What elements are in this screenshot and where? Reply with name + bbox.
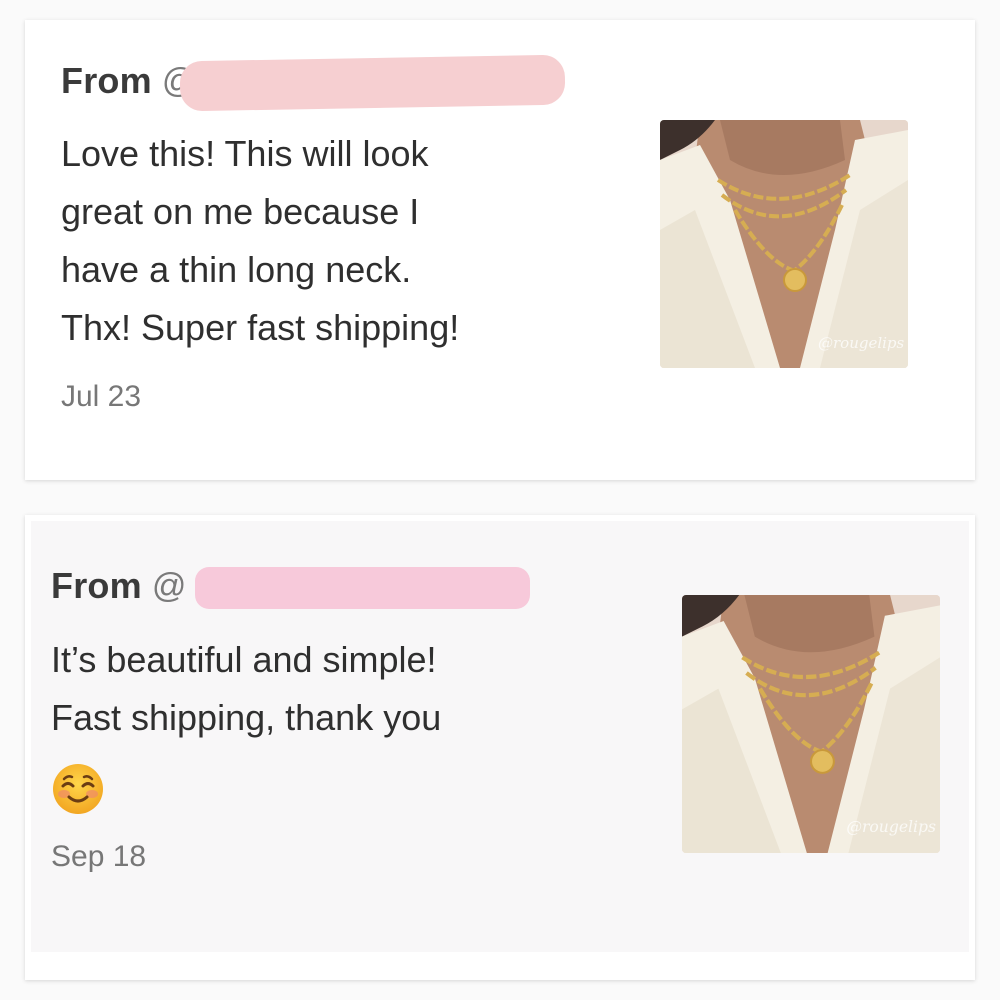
smiling-face-icon [53, 764, 103, 814]
review-author-row: From @ [61, 60, 196, 102]
from-label: From [51, 565, 142, 606]
from-label: From [61, 60, 152, 101]
photo-watermark: @rougelips [818, 334, 905, 352]
handle-prefix: @ [151, 566, 187, 605]
review-photo[interactable]: @rougelips [660, 120, 908, 368]
redacted-username [179, 54, 566, 112]
necklace-photo-icon: @rougelips [682, 595, 940, 853]
review-card: From @ Love this! This will look great o… [25, 20, 975, 480]
review-card: From @ It’s beautiful and simple! Fast s… [25, 515, 975, 980]
photo-watermark: @rougelips [846, 818, 936, 836]
necklace-photo-icon: @rougelips [660, 120, 908, 368]
review-photo[interactable]: @rougelips [682, 595, 940, 853]
review-text: Love this! This will look great on me be… [61, 133, 460, 348]
review-author-row: From @ [51, 565, 186, 607]
review-collage: From @ Love this! This will look great o… [0, 0, 1000, 1000]
review-date: Jul 23 [61, 380, 142, 413]
review-date: Sep 18 [51, 840, 147, 873]
redacted-username [195, 567, 530, 609]
review-text: It’s beautiful and simple! Fast shipping… [51, 639, 442, 738]
